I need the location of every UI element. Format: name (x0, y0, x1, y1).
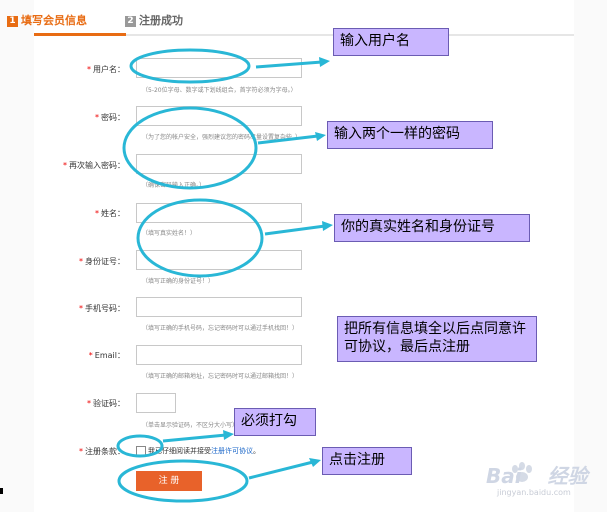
username-highlight-ellipse (129, 48, 251, 84)
callout-register: 点击注册 (322, 447, 412, 475)
callout-username: 输入用户名 (333, 28, 449, 56)
username-arrowhead (319, 57, 330, 67)
identity-highlight-ellipse (136, 198, 264, 278)
checkbox-highlight-ellipse (116, 434, 164, 458)
callout-identity: 你的真实姓名和身份证号 (334, 214, 530, 242)
checkbox-arrowhead (223, 430, 234, 440)
identity-arrowhead (322, 221, 333, 231)
username-arrow (255, 60, 323, 69)
identity-arrow (264, 224, 326, 236)
watermark-brand-cn: 经验 (547, 464, 588, 488)
register-arrow (248, 460, 314, 480)
register-button-highlight-ellipse (117, 459, 249, 503)
watermark-brand-latin: Bai (486, 464, 522, 488)
password-highlight-ellipse (122, 106, 258, 190)
callout-password: 输入两个一样的密码 (327, 121, 493, 149)
watermark-brand: Bai 经验 (486, 460, 588, 489)
watermark-url: jingyan.baidu.com (497, 488, 571, 497)
edge-mark (0, 488, 3, 494)
password-arrow (257, 134, 319, 145)
password-arrowhead (315, 132, 326, 141)
callout-all-info: 把所有信息填全以后点同意许可协议，最后点注册 (337, 316, 537, 362)
checkbox-arrow (162, 433, 227, 443)
callout-checkbox: 必须打勾 (234, 408, 316, 436)
